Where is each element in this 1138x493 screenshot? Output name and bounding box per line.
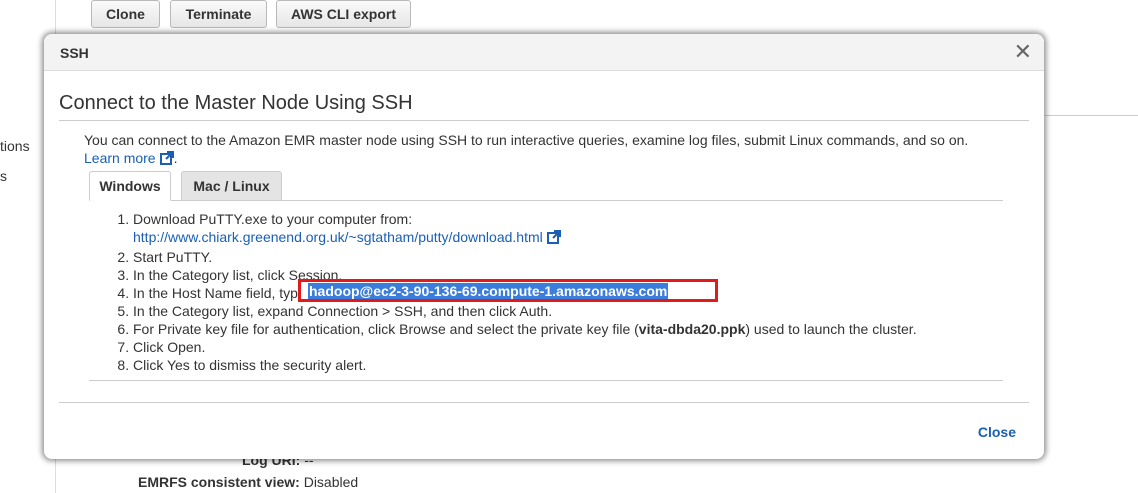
close-icon[interactable]: ✕ (1014, 38, 1032, 66)
clone-button[interactable]: Clone (91, 0, 160, 28)
tab-windows[interactable]: Windows (89, 171, 171, 201)
aws-cli-export-button[interactable]: AWS CLI export (276, 0, 411, 28)
modal-header: SSH ✕ (44, 34, 1044, 71)
ssh-modal: SSH ✕ Connect to the Master Node Using S… (44, 34, 1044, 459)
step-6: For Private key file for authentication,… (133, 320, 1013, 338)
background-divider (1045, 115, 1138, 116)
section-divider (59, 120, 1029, 121)
putty-download-url: http://www.chiark.greenend.org.uk/~sgtat… (133, 229, 543, 245)
external-link-icon (159, 151, 174, 169)
close-button[interactable]: Close (978, 424, 1016, 440)
tab-divider (89, 200, 1003, 201)
step-2: Start PuTTY. (133, 248, 1013, 266)
step-6-prefix: For Private key file for authentication,… (133, 321, 639, 337)
terminate-button[interactable]: Terminate (170, 0, 267, 28)
tab-mac-linux[interactable]: Mac / Linux (181, 171, 282, 201)
emrfs-row: EMRFS consistent view: Disabled (138, 474, 358, 490)
learn-more-link[interactable]: Learn more (84, 150, 174, 166)
intro-paragraph: You can connect to the Amazon EMR master… (84, 131, 1004, 169)
private-key-filename: vita-dbda20.ppk (638, 321, 746, 337)
step-1: Download PuTTY.exe to your computer from… (133, 210, 1013, 248)
host-name-selected-text[interactable]: hadoop@ec2-3-90-136-69.compute-1.amazona… (308, 283, 669, 299)
intro-text: You can connect to the Amazon EMR master… (84, 132, 969, 148)
left-nav-fragment-2[interactable]: s (0, 168, 7, 184)
step-6-suffix: ) used to launch the cluster. (745, 321, 917, 337)
step-8: Click Yes to dismiss the security alert. (133, 356, 1013, 374)
host-name-value[interactable]: hadoop@ec2-3-90-136-69.compute-1.amazona… (308, 283, 669, 299)
emrfs-value: Disabled (303, 474, 359, 490)
left-nav-fragment-1[interactable]: tions (0, 138, 30, 154)
step-7: Click Open. (133, 338, 1013, 356)
steps-divider (89, 380, 1003, 381)
modal-title: SSH (60, 45, 89, 61)
step-4-text: In the Host Name field, type (133, 285, 306, 301)
external-link-icon (546, 230, 561, 248)
step-5: In the Category list, expand Connection … (133, 302, 1013, 320)
emrfs-label: EMRFS consistent view: (138, 474, 300, 490)
section-title: Connect to the Master Node Using SSH (59, 92, 413, 114)
step-1-text: Download PuTTY.exe to your computer from… (133, 211, 413, 227)
learn-more-label: Learn more (84, 150, 156, 166)
putty-download-link[interactable]: http://www.chiark.greenend.org.uk/~sgtat… (133, 229, 561, 245)
footer-divider (59, 402, 1029, 403)
